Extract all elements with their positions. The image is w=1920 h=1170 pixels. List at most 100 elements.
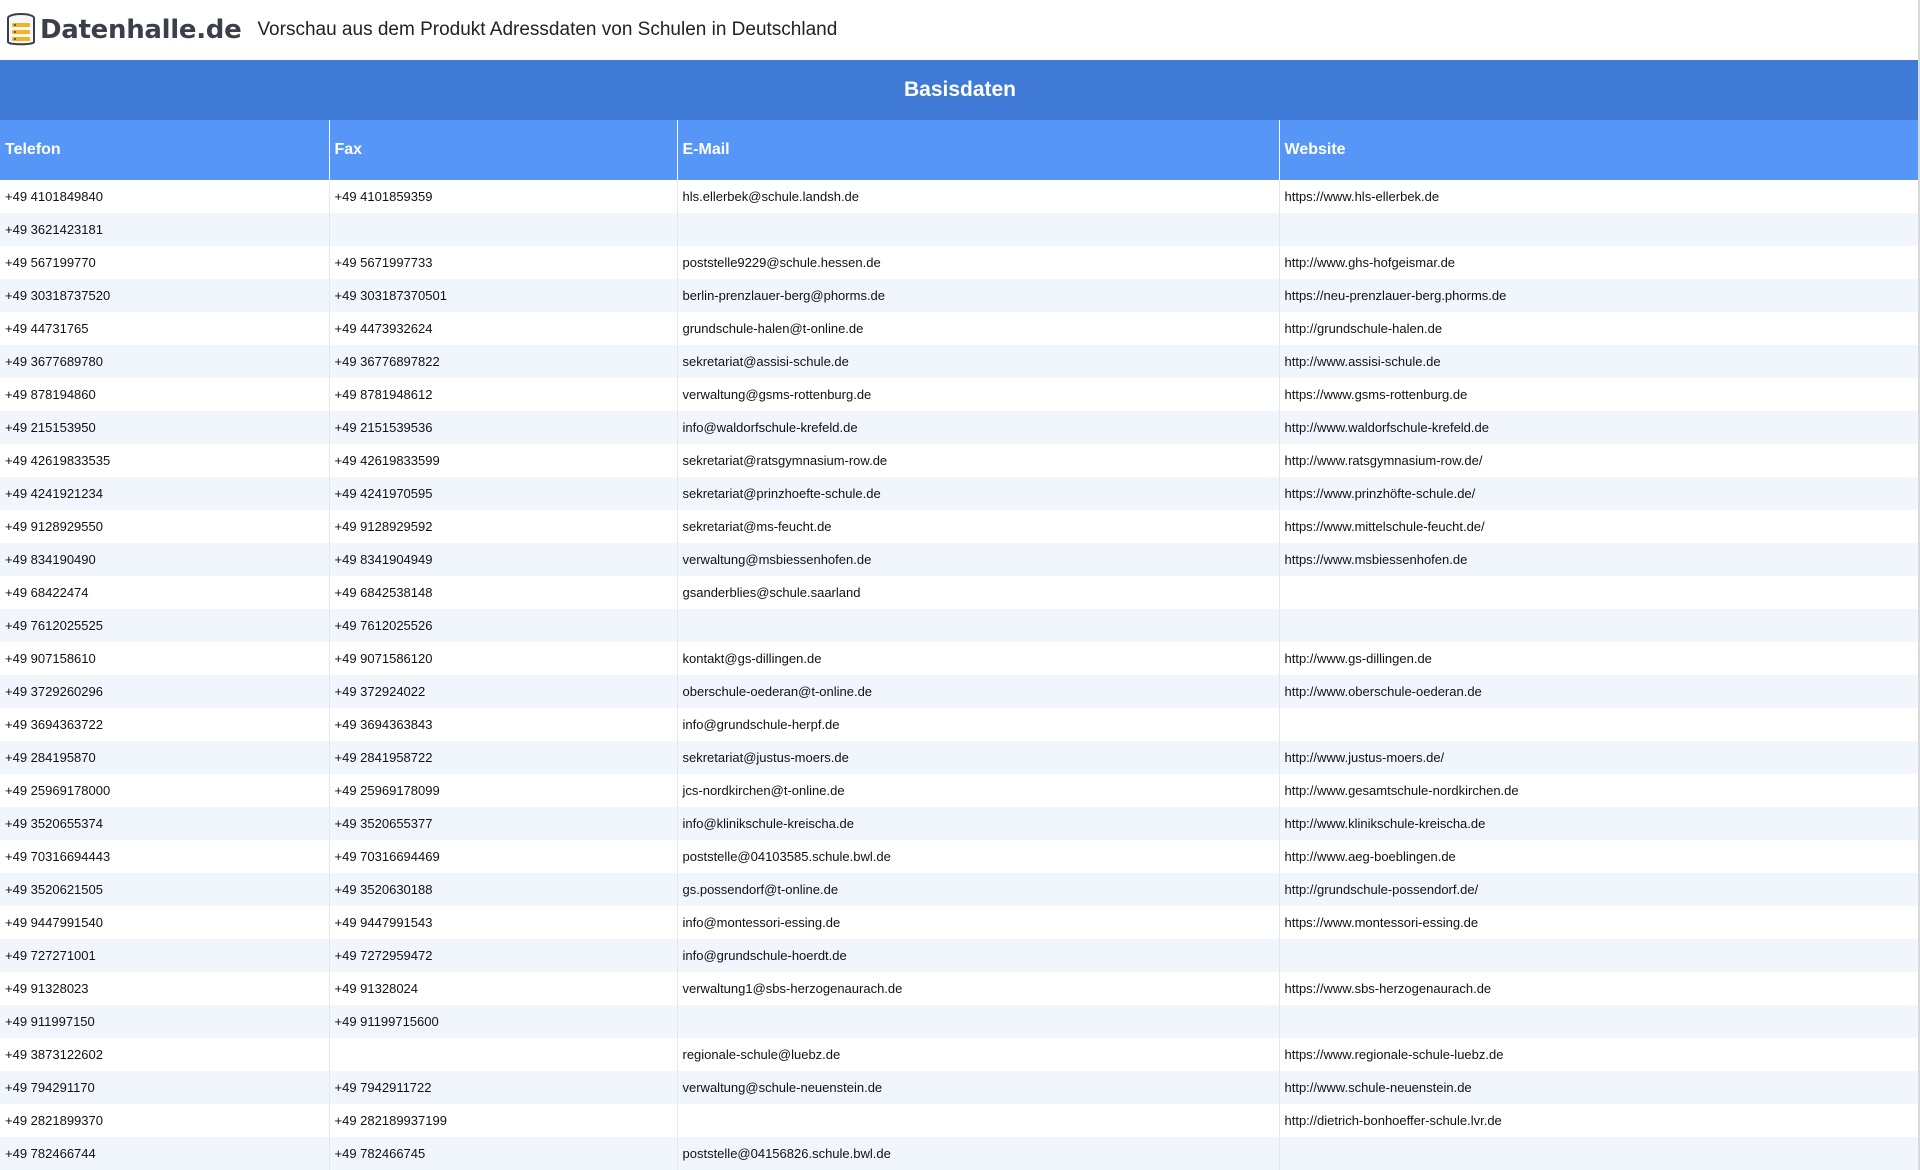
email-cell[interactable]: info@montessori-essing.de <box>677 906 1280 939</box>
fax-cell: +49 3520630188 <box>329 873 678 906</box>
telefon-cell: +49 3677689780 <box>0 345 330 378</box>
website-cell[interactable]: http://www.assisi-schule.de <box>1279 345 1920 378</box>
website-cell[interactable]: http://www.schule-neuenstein.de <box>1279 1071 1920 1104</box>
school-data-table: Telefon Fax E-Mail Website +49 410184984… <box>0 120 1920 1170</box>
website-cell[interactable]: http://www.gesamtschule-nordkirchen.de <box>1279 774 1920 807</box>
table-row: +49 68422474 +49 6842538148 gsanderblies@s… <box>0 576 1920 609</box>
website-cell[interactable]: https://www.regionale-schule-luebz.de <box>1279 1038 1920 1071</box>
email-cell[interactable]: sekretariat@assisi-schule.de <box>677 345 1280 378</box>
column-header-website[interactable]: Website <box>1279 120 1920 180</box>
fax-cell: +49 6842538148 <box>329 576 678 609</box>
table-row: +49 3694363722 +49 3694363843 info@grundsc… <box>0 708 1920 741</box>
email-cell[interactable]: gsanderblies@schule.saarland <box>677 576 1280 609</box>
email-cell[interactable]: info@waldorfschule-krefeld.de <box>677 411 1280 444</box>
fax-cell: +49 9128929592 <box>329 510 678 543</box>
fax-cell: +49 782466745 <box>329 1137 678 1170</box>
website-cell[interactable]: https://www.prinzhöfte-schule.de/ <box>1279 477 1920 510</box>
email-cell[interactable]: poststelle@04103585.schule.bwl.de <box>677 840 1280 873</box>
telefon-cell: +49 3694363722 <box>0 708 330 741</box>
table-row: +49 3677689780 +49 36776897822 sekretariat… <box>0 345 1920 378</box>
table-row: +49 4241921234 +49 4241970595 sekretariat@… <box>0 477 1920 510</box>
table-row: +49 834190490 +49 8341904949 verwaltung@ms… <box>0 543 1920 576</box>
website-cell[interactable]: https://neu-prenzlauer-berg.phorms.de <box>1279 279 1920 312</box>
website-cell[interactable]: http://grundschule-possendorf.de/ <box>1279 873 1920 906</box>
column-header-telefon[interactable]: Telefon <box>0 120 330 180</box>
website-cell[interactable]: http://www.gs-dillingen.de <box>1279 642 1920 675</box>
telefon-cell: +49 9128929550 <box>0 510 330 543</box>
fax-cell: +49 42619833599 <box>329 444 678 477</box>
table-row: +49 30318737520 +49 303187370501 berlin-pr… <box>0 279 1920 312</box>
fax-cell: +49 8341904949 <box>329 543 678 576</box>
fax-cell: +49 2151539536 <box>329 411 678 444</box>
email-cell[interactable]: verwaltung@gsms-rottenburg.de <box>677 378 1280 411</box>
table-row: +49 3520621505 +49 3520630188 gs.possendor… <box>0 873 1920 906</box>
email-cell[interactable]: verwaltung@schule-neuenstein.de <box>677 1071 1280 1104</box>
fax-cell: +49 5671997733 <box>329 246 678 279</box>
telefon-cell: +49 215153950 <box>0 411 330 444</box>
telefon-cell: +49 70316694443 <box>0 840 330 873</box>
email-cell[interactable]: jcs-nordkirchen@t-online.de <box>677 774 1280 807</box>
table-row: +49 794291170 +49 7942911722 verwaltung@sc… <box>0 1071 1920 1104</box>
website-cell[interactable]: http://www.ghs-hofgeismar.de <box>1279 246 1920 279</box>
table-row: +49 9128929550 +49 9128929592 sekretariat@… <box>0 510 1920 543</box>
email-cell[interactable]: sekretariat@justus-moers.de <box>677 741 1280 774</box>
website-cell <box>1279 708 1920 741</box>
telefon-cell: +49 4241921234 <box>0 477 330 510</box>
telefon-cell: +49 68422474 <box>0 576 330 609</box>
website-cell[interactable]: http://www.justus-moers.de/ <box>1279 741 1920 774</box>
email-cell[interactable]: kontakt@gs-dillingen.de <box>677 642 1280 675</box>
website-cell[interactable]: https://www.msbiessenhofen.de <box>1279 543 1920 576</box>
fax-cell: +49 8781948612 <box>329 378 678 411</box>
table-row: +49 3520655374 +49 3520655377 info@kliniks… <box>0 807 1920 840</box>
email-cell[interactable]: verwaltung1@sbs-herzogenaurach.de <box>677 972 1280 1005</box>
email-cell[interactable]: regionale-schule@luebz.de <box>677 1038 1280 1071</box>
telefon-cell: +49 44731765 <box>0 312 330 345</box>
website-cell[interactable]: http://www.klinikschule-kreischa.de <box>1279 807 1920 840</box>
email-cell[interactable]: info@grundschule-herpf.de <box>677 708 1280 741</box>
website-cell[interactable]: https://www.mittelschule-feucht.de/ <box>1279 510 1920 543</box>
website-cell[interactable]: https://www.gsms-rottenburg.de <box>1279 378 1920 411</box>
website-cell[interactable]: http://www.waldorfschule-krefeld.de <box>1279 411 1920 444</box>
email-cell[interactable]: hls.ellerbek@schule.landsh.de <box>677 180 1280 213</box>
website-cell[interactable]: http://www.oberschule-oederan.de <box>1279 675 1920 708</box>
website-cell[interactable]: http://www.ratsgymnasium-row.de/ <box>1279 444 1920 477</box>
email-cell[interactable]: gs.possendorf@t-online.de <box>677 873 1280 906</box>
email-cell[interactable]: poststelle9229@schule.hessen.de <box>677 246 1280 279</box>
table-row: +49 25969178000 +49 25969178099 jcs-nordki… <box>0 774 1920 807</box>
fax-cell: +49 4473932624 <box>329 312 678 345</box>
page-title: Vorschau aus dem Produkt Adressdaten von… <box>257 19 838 40</box>
website-cell[interactable]: https://www.sbs-herzogenaurach.de <box>1279 972 1920 1005</box>
telefon-cell: +49 727271001 <box>0 939 330 972</box>
email-cell[interactable]: info@grundschule-hoerdt.de <box>677 939 1280 972</box>
table-row: +49 284195870 +49 2841958722 sekretariat@j… <box>0 741 1920 774</box>
column-header-email[interactable]: E-Mail <box>677 120 1280 180</box>
fax-cell: +49 7272959472 <box>329 939 678 972</box>
website-cell[interactable]: http://dietrich-bonhoeffer-schule.lvr.de <box>1279 1104 1920 1137</box>
table-row: +49 215153950 +49 2151539536 info@waldorfs… <box>0 411 1920 444</box>
fax-cell: +49 70316694469 <box>329 840 678 873</box>
email-cell[interactable]: info@klinikschule-kreischa.de <box>677 807 1280 840</box>
email-cell[interactable]: verwaltung@msbiessenhofen.de <box>677 543 1280 576</box>
website-cell[interactable]: http://grundschule-halen.de <box>1279 312 1920 345</box>
email-cell[interactable]: grundschule-halen@t-online.de <box>677 312 1280 345</box>
email-cell[interactable]: oberschule-oederan@t-online.de <box>677 675 1280 708</box>
website-cell[interactable]: http://www.aeg-boeblingen.de <box>1279 840 1920 873</box>
website-cell[interactable]: https://www.montessori-essing.de <box>1279 906 1920 939</box>
website-cell[interactable]: https://www.hls-ellerbek.de <box>1279 180 1920 213</box>
email-cell[interactable]: sekretariat@ratsgymnasium-row.de <box>677 444 1280 477</box>
telefon-cell: +49 794291170 <box>0 1071 330 1104</box>
table-row: +49 907158610 +49 9071586120 kontakt@gs-di… <box>0 642 1920 675</box>
fax-cell: +49 7612025526 <box>329 609 678 642</box>
email-cell[interactable]: poststelle@04156826.schule.bwl.de <box>677 1137 1280 1170</box>
email-cell[interactable]: sekretariat@ms-feucht.de <box>677 510 1280 543</box>
email-cell[interactable]: sekretariat@prinzhoefte-schule.de <box>677 477 1280 510</box>
email-cell <box>677 213 1280 246</box>
email-cell[interactable]: berlin-prenzlauer-berg@phorms.de <box>677 279 1280 312</box>
table-row: +49 567199770 +49 5671997733 poststelle922… <box>0 246 1920 279</box>
website-cell <box>1279 1005 1920 1038</box>
table-row: +49 2821899370 +49 282189937199 http://die… <box>0 1104 1920 1137</box>
logo[interactable]: Datenhalle.de <box>6 13 242 47</box>
table-row: +49 4101849840 +49 4101859359 hls.ellerbek… <box>0 180 1920 213</box>
column-header-fax[interactable]: Fax <box>329 120 678 180</box>
telefon-cell: +49 30318737520 <box>0 279 330 312</box>
